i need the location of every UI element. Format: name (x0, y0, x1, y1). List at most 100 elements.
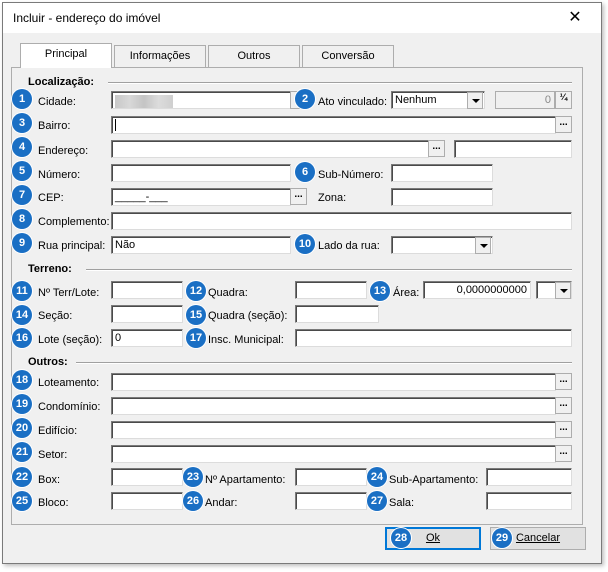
badge-5: 5 (12, 161, 32, 181)
badge-3: 3 (12, 113, 32, 133)
badge-9: 9 (12, 233, 32, 253)
badge-13: 13 (370, 281, 390, 301)
redacted-value (115, 95, 173, 108)
endereco-ellipsis-button[interactable]: ... (428, 140, 445, 157)
badge-24: 24 (367, 467, 387, 487)
lado-rua-label: Lado da rua: (318, 240, 380, 252)
badge-12: 12 (186, 281, 206, 301)
badge-4: 4 (12, 137, 32, 157)
setor-field[interactable] (111, 445, 556, 463)
area-unit-dropdown-icon[interactable] (555, 282, 571, 299)
area-label: Área: (393, 287, 420, 299)
badge-7: 7 (12, 185, 32, 205)
box-label: Box: (38, 474, 61, 486)
bairro-label: Bairro: (38, 120, 71, 132)
nro-terr-field[interactable] (111, 281, 183, 299)
badge-26: 26 (183, 491, 203, 511)
cep-label: CEP: (38, 192, 64, 204)
edificio-label: Edifício: (38, 425, 78, 437)
badge-1: 1 (12, 89, 32, 109)
badge-11: 11 (12, 281, 32, 301)
section-divider (86, 269, 572, 271)
quadra-label: Quadra: (208, 287, 248, 299)
sala-field[interactable] (486, 492, 572, 510)
numero-label: Número: (38, 169, 81, 181)
badge-25: 25 (12, 491, 32, 511)
condominio-label: Condomínio: (38, 401, 101, 413)
endereco-field[interactable] (111, 140, 429, 158)
ato-vinculado-dropdown-icon[interactable] (467, 92, 483, 109)
badge-14: 14 (12, 305, 32, 325)
lote-secao-label: Lote (seção): (38, 334, 103, 346)
badge-6: 6 (295, 162, 315, 182)
cep-field[interactable]: _____-___ (111, 188, 291, 206)
badge-22: 22 (12, 467, 32, 487)
rua-principal-label: Rua principal: (38, 240, 106, 252)
nro-terr-label: Nº Terr/Lote: (38, 287, 100, 299)
cancel-button-label: Cancelar (515, 532, 561, 544)
endereco-complement-field[interactable] (454, 140, 572, 158)
complemento-label: Complemento: (38, 216, 110, 228)
nro-apartamento-label: Nº Apartamento: (205, 474, 286, 486)
cidade-field[interactable] (111, 91, 291, 109)
quadra-secao-label: Quadra (seção): (208, 310, 288, 322)
edificio-field[interactable] (111, 421, 556, 439)
insc-municipal-field[interactable] (295, 329, 572, 347)
lado-rua-dropdown-icon[interactable] (475, 237, 491, 254)
quadra-field[interactable] (295, 281, 367, 299)
rua-principal-select[interactable]: Não (111, 236, 291, 254)
ato-vinculado-label: Ato vinculado: (318, 96, 388, 108)
zona-field[interactable] (391, 188, 493, 206)
badge-27: 27 (367, 491, 387, 511)
andar-label: Andar: (205, 497, 238, 509)
bloco-field[interactable] (111, 492, 183, 510)
setor-label: Setor: (38, 449, 68, 461)
badge-29: 29 (492, 528, 512, 548)
endereco-label: Endereço: (38, 145, 89, 157)
sub-apartamento-label: Sub-Apartamento: (389, 474, 479, 486)
ato-spin-icon: ¼ (555, 91, 572, 109)
edificio-ellipsis-button[interactable]: ... (555, 421, 572, 438)
bairro-field[interactable] (111, 116, 556, 134)
section-divider (76, 362, 572, 364)
sub-numero-field[interactable] (391, 164, 493, 182)
loteamento-ellipsis-button[interactable]: ... (555, 373, 572, 390)
badge-21: 21 (12, 442, 32, 462)
sala-label: Sala: (389, 497, 415, 509)
quadra-secao-field[interactable] (295, 305, 379, 323)
loteamento-field[interactable] (111, 373, 556, 391)
badge-16: 16 (12, 328, 32, 348)
andar-field[interactable] (295, 492, 367, 510)
badge-15: 15 (186, 305, 206, 325)
badge-18: 18 (12, 370, 32, 390)
badge-2: 2 (295, 89, 315, 109)
lote-secao-field[interactable]: 0 (111, 329, 183, 347)
area-field[interactable]: 0,0000000000 (423, 281, 531, 299)
badge-28: 28 (391, 528, 411, 548)
sub-apartamento-field[interactable] (486, 468, 572, 486)
zona-label: Zona: (318, 192, 347, 204)
ato-numero-field: 0 (495, 91, 555, 109)
condominio-ellipsis-button[interactable]: ... (555, 397, 572, 414)
badge-19: 19 (12, 394, 32, 414)
condominio-field[interactable] (111, 397, 556, 415)
secao-label: Seção: (38, 310, 73, 322)
bloco-label: Bloco: (38, 497, 69, 509)
secao-field[interactable] (111, 305, 183, 323)
sub-numero-label: Sub-Número: (318, 169, 384, 181)
box-field[interactable] (111, 468, 183, 486)
section-terreno: Terreno: (28, 263, 72, 275)
cep-ellipsis-button[interactable]: ... (290, 188, 307, 205)
text-cursor (115, 119, 116, 132)
ok-button-label: Ok (425, 532, 441, 544)
bairro-ellipsis-button[interactable]: ... (555, 116, 572, 133)
badge-8: 8 (12, 209, 32, 229)
numero-field[interactable] (111, 164, 291, 182)
loteamento-label: Loteamento: (38, 377, 100, 389)
nro-apartamento-field[interactable] (295, 468, 367, 486)
complemento-field[interactable] (111, 212, 572, 230)
setor-ellipsis-button[interactable]: ... (555, 445, 572, 462)
cidade-label: Cidade: (38, 96, 76, 108)
badge-20: 20 (12, 418, 32, 438)
badge-23: 23 (183, 467, 203, 487)
